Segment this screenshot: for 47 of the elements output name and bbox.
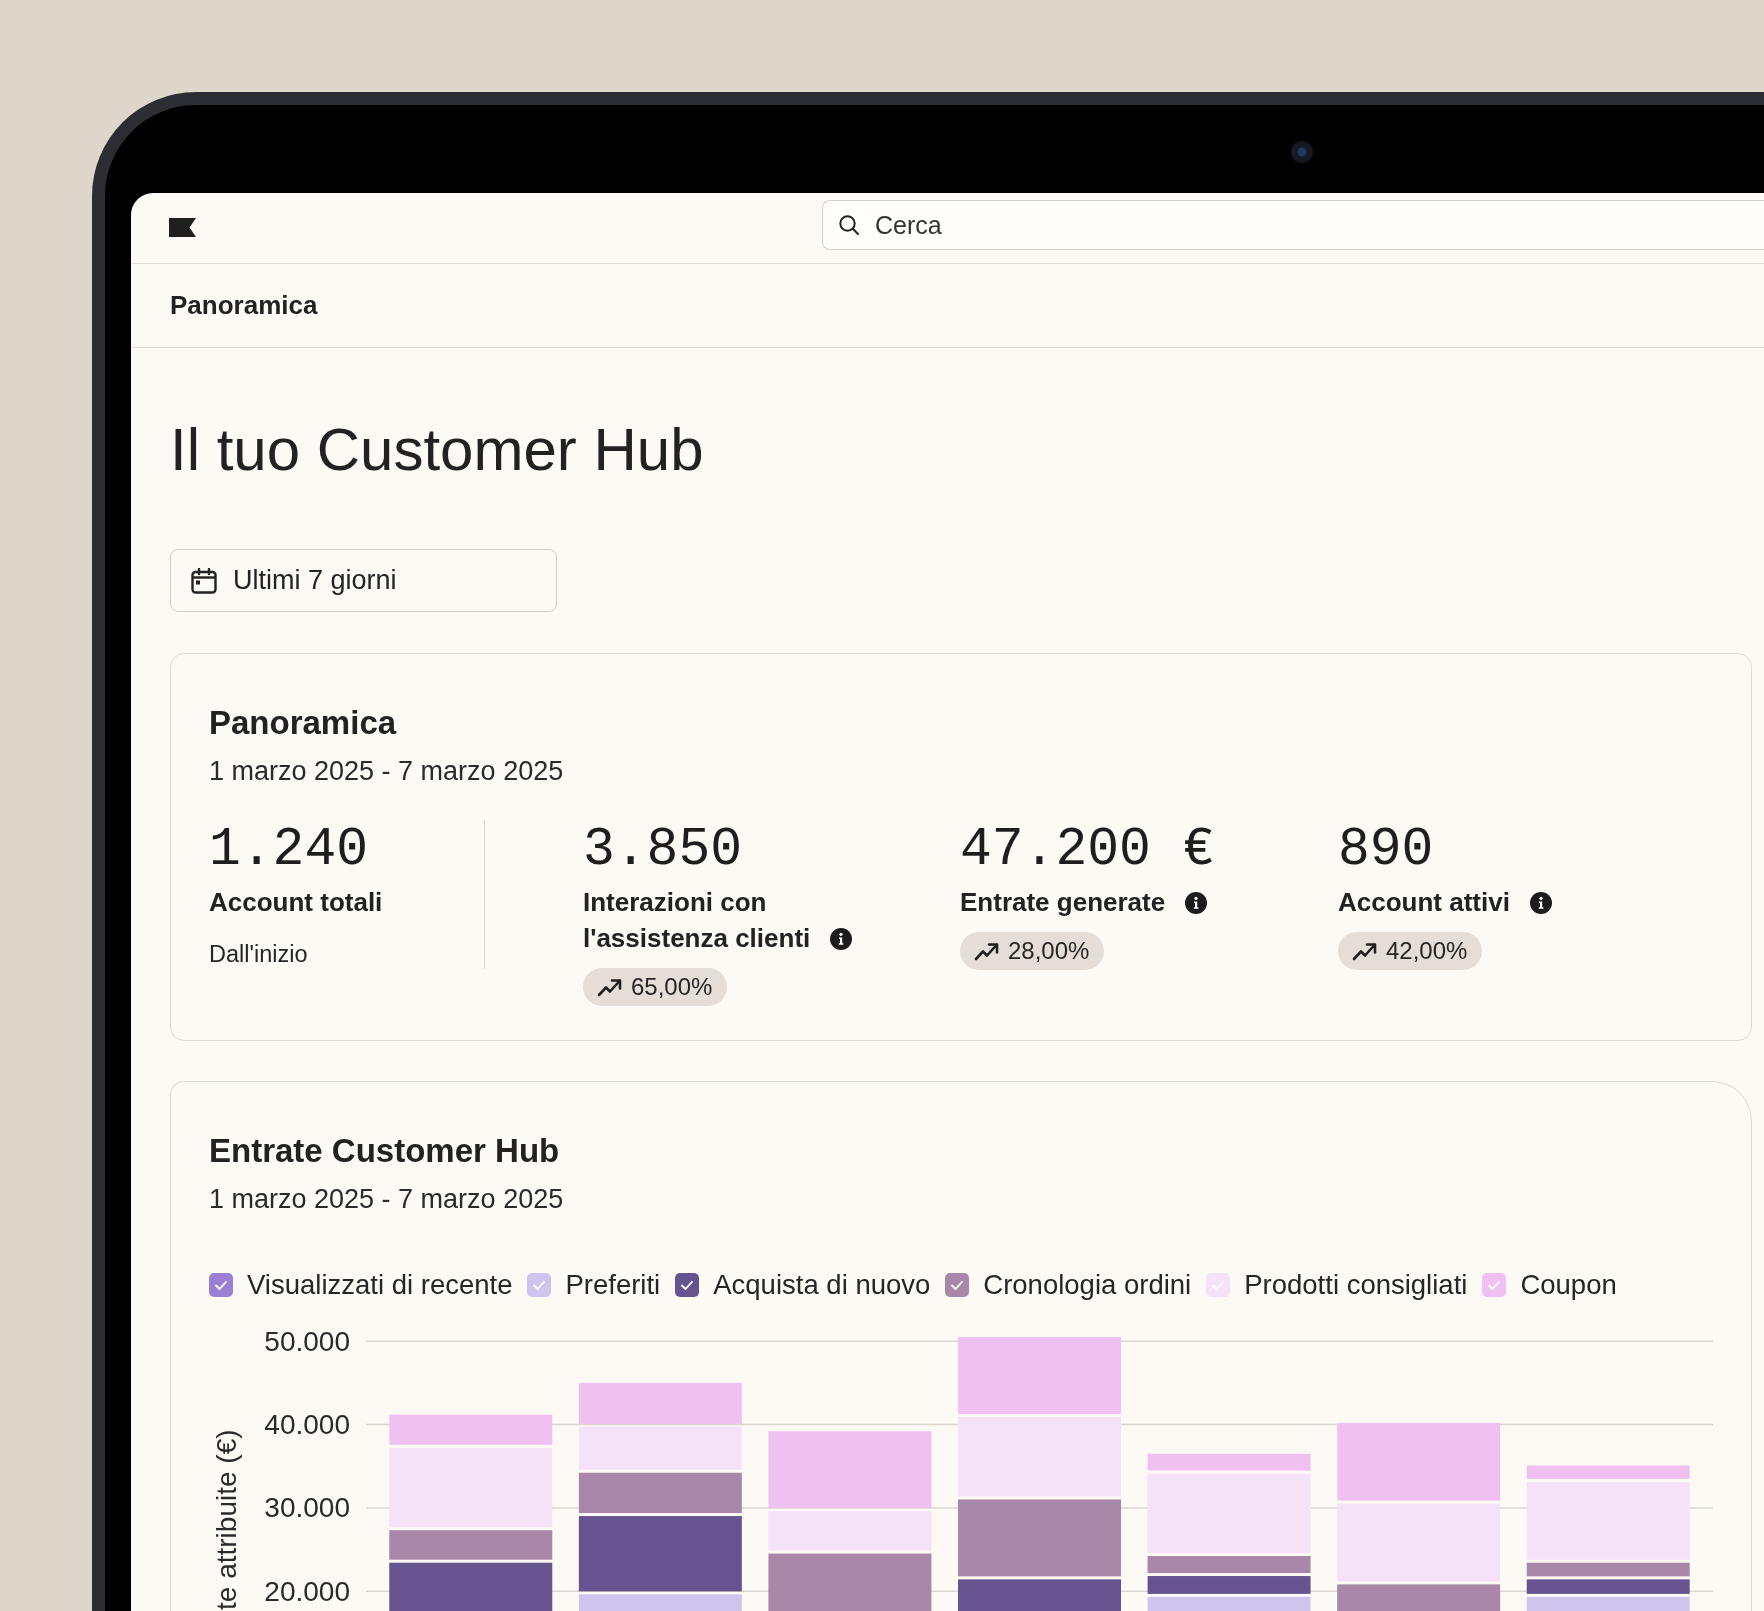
info-icon[interactable]	[1529, 892, 1552, 914]
legend-checkbox[interactable]	[1206, 1273, 1231, 1297]
legend-checkbox[interactable]	[209, 1273, 233, 1297]
legend-label[interactable]: Acquista di nuovo	[713, 1268, 931, 1302]
trend-up-icon	[1352, 940, 1377, 962]
page-heading: Il tuo Customer Hub	[170, 416, 704, 483]
legend-checkbox[interactable]	[945, 1273, 970, 1297]
date-range-text: 1 marzo 2025 - 7 marzo 2025	[209, 1183, 564, 1216]
card-title: Entrate Customer Hub	[209, 1132, 560, 1170]
stat-value: 3.850	[583, 820, 743, 880]
card-title: Panoramica	[209, 704, 397, 742]
search-icon	[839, 215, 859, 235]
legend-label[interactable]: Visualizzati di recente	[247, 1268, 513, 1302]
y-axis-tick-label: 20.000	[264, 1575, 350, 1607]
trend-percentage: 65,00%	[631, 973, 713, 1001]
legend-checkbox[interactable]	[1482, 1273, 1507, 1297]
stat-label: Entrate generate	[960, 887, 1166, 917]
stat-value: 47.200 €	[960, 820, 1215, 880]
date-range-button[interactable]: Ultimi 7 giorni	[170, 549, 557, 612]
y-axis-title: te attribuite (€)	[211, 1429, 242, 1610]
legend-label[interactable]: Cronologia ordini	[983, 1268, 1192, 1302]
trend-up-icon	[974, 940, 999, 962]
y-axis-tick-label: 50.000	[264, 1325, 350, 1357]
stat-label: Account totali	[209, 887, 383, 917]
page-title: Panoramica	[170, 290, 318, 321]
info-icon[interactable]	[830, 928, 853, 950]
legend-checkbox[interactable]	[675, 1273, 700, 1297]
stat-value: 1.240	[209, 820, 369, 880]
calendar-icon	[191, 567, 217, 594]
camera-icon	[1291, 141, 1313, 163]
stat-value: 890	[1338, 820, 1434, 880]
search-field[interactable]: Cerca	[822, 200, 1764, 250]
y-axis-tick-label: 40.000	[264, 1409, 350, 1441]
date-range-text: 1 marzo 2025 - 7 marzo 2025	[209, 755, 564, 788]
trend-up-icon	[597, 976, 622, 998]
legend-checkbox[interactable]	[527, 1273, 552, 1297]
info-icon[interactable]	[1185, 892, 1208, 914]
trend-percentage: 42,00%	[1386, 937, 1468, 965]
legend-label[interactable]: Prodotti consigliati	[1244, 1268, 1468, 1302]
stat-label: Account attivi	[1338, 887, 1510, 917]
flag-icon[interactable]	[169, 218, 196, 237]
legend-label[interactable]: Preferiti	[565, 1268, 661, 1302]
trend-percentage: 28,00%	[1008, 937, 1090, 965]
legend-label[interactable]: Coupon	[1520, 1268, 1617, 1302]
y-axis-tick-label: 30.000	[264, 1492, 350, 1524]
stat-note: Dall'inizio	[209, 940, 308, 969]
stat-label: Interazioni con l'assistenza clienti	[583, 887, 811, 953]
